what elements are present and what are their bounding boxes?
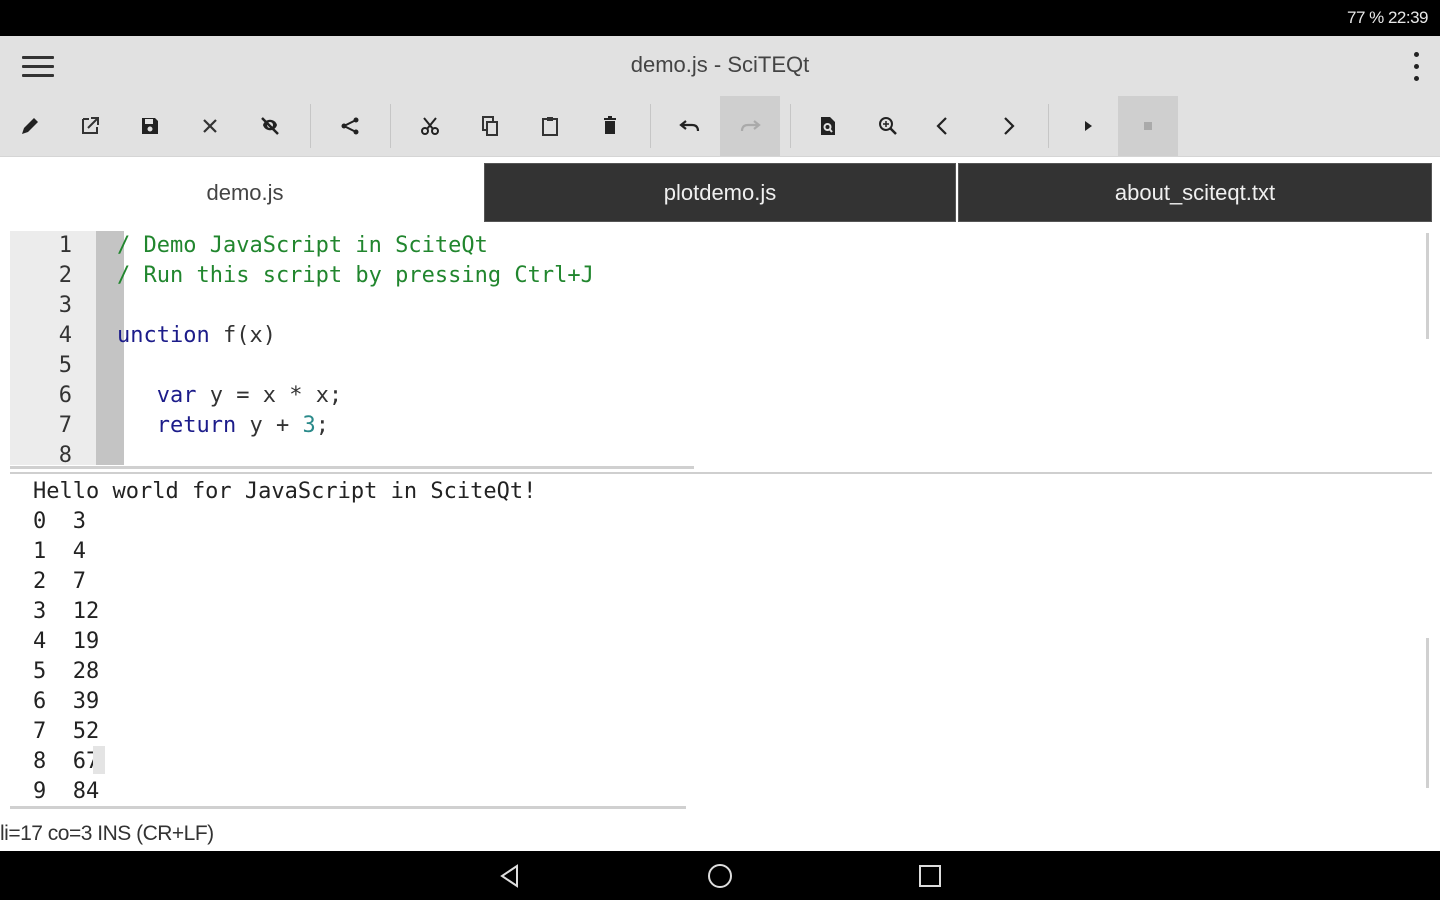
line-number: 1 [58, 233, 72, 258]
stop-icon[interactable] [1118, 96, 1178, 156]
system-status-bar: 77 % 22:39 [0, 0, 1440, 36]
output-pane[interactable]: Hello world for JavaScript in SciteQt! 0 … [10, 475, 1432, 805]
code-editor[interactable]: 1 / Demo JavaScript in SciteQt 2 / Run this… [10, 231, 1432, 465]
code-line: unction f(x) [117, 321, 276, 351]
line-number: 4 [58, 323, 72, 348]
home-icon[interactable] [700, 859, 740, 893]
output-horizontal-scrollbar[interactable] [10, 806, 686, 809]
output-line: 1 4 [33, 539, 86, 564]
editor-vertical-scrollbar[interactable] [1426, 233, 1429, 339]
find-file-icon[interactable] [798, 96, 858, 156]
code-token: return [117, 413, 237, 438]
title-bar: demo.js - SciTEQt [0, 36, 1440, 96]
system-navigation-bar [0, 851, 1440, 900]
redo-icon[interactable] [720, 96, 780, 156]
line-number: 8 [58, 443, 72, 465]
toolbar-separator [390, 104, 391, 148]
line-number: 3 [58, 293, 72, 318]
code-token: y = x * x; [196, 383, 343, 408]
code-line: / Run this script by pressing Ctrl+J [117, 261, 594, 291]
next-icon[interactable] [978, 96, 1038, 156]
paste-icon[interactable] [520, 96, 580, 156]
share-icon[interactable] [320, 96, 380, 156]
toolbar [0, 96, 1440, 157]
line-number: 7 [58, 413, 72, 438]
open-external-icon[interactable] [60, 96, 120, 156]
output-line: 2 7 [33, 569, 86, 594]
code-token: ; [315, 413, 329, 438]
code-line: / Demo JavaScript in SciteQt [117, 231, 488, 261]
code-line: var y = x * x; [117, 381, 342, 411]
cut-icon[interactable] [400, 96, 460, 156]
output-line: 9 84 [33, 779, 100, 804]
output-line: 3 12 [33, 599, 100, 624]
output-line: 6 39 [33, 689, 100, 714]
window-title: demo.js - SciTEQt [630, 52, 810, 77]
tab-demo-js[interactable]: demo.js [8, 163, 482, 222]
delete-icon[interactable] [580, 96, 640, 156]
overflow-menu-icon[interactable] [1406, 48, 1426, 86]
code-token: y + [236, 413, 303, 438]
code-token: / Run this script by pressing Ctrl+J [117, 263, 594, 288]
find-icon[interactable] [858, 96, 918, 156]
close-icon[interactable] [180, 96, 240, 156]
output-vertical-scrollbar[interactable] [1426, 638, 1429, 788]
line-number: 6 [58, 383, 72, 408]
code-token: unction [117, 323, 210, 348]
code-line: return y + 3; [117, 411, 329, 441]
status-text: 77 % 22:39 [1346, 8, 1429, 27]
caret-line-highlight [93, 746, 105, 774]
output-line: 0 3 [33, 509, 86, 534]
tab-plotdemo-js[interactable]: plotdemo.js [484, 163, 956, 222]
tab-about-sciteqt-txt[interactable]: about_sciteqt.txt [958, 163, 1432, 222]
undo-icon[interactable] [660, 96, 720, 156]
close-all-icon[interactable] [240, 96, 300, 156]
tab-bar: demo.js plotdemo.js about_sciteqt.txt [0, 163, 1440, 223]
toolbar-separator [1048, 104, 1049, 148]
code-token: f(x) [209, 323, 276, 348]
code-token: var [117, 383, 197, 408]
copy-icon[interactable] [460, 96, 520, 156]
toolbar-separator [650, 104, 651, 148]
line-number: 2 [58, 263, 72, 288]
back-icon[interactable] [490, 859, 530, 893]
previous-icon[interactable] [913, 96, 973, 156]
toolbar-separator [790, 104, 791, 148]
save-icon[interactable] [120, 96, 180, 156]
line-number: 5 [58, 353, 72, 378]
output-line: 5 28 [33, 659, 100, 684]
output-line: Hello world for JavaScript in SciteQt! [33, 479, 537, 504]
toolbar-separator [310, 104, 311, 148]
recents-icon[interactable] [910, 859, 950, 893]
output-line: 8 67 [33, 749, 100, 774]
output-line: 4 19 [33, 629, 100, 654]
code-token: / Demo JavaScript in SciteQt [117, 233, 488, 258]
output-line: 7 52 [33, 719, 100, 744]
editor-horizontal-scrollbar[interactable] [10, 466, 694, 469]
pane-splitter[interactable] [10, 472, 1432, 474]
code-token: 3 [302, 413, 316, 438]
run-icon[interactable] [1058, 96, 1118, 156]
editor-status-line: li=17 co=3 INS (CR+LF) [0, 822, 214, 845]
edit-icon[interactable] [0, 96, 60, 156]
